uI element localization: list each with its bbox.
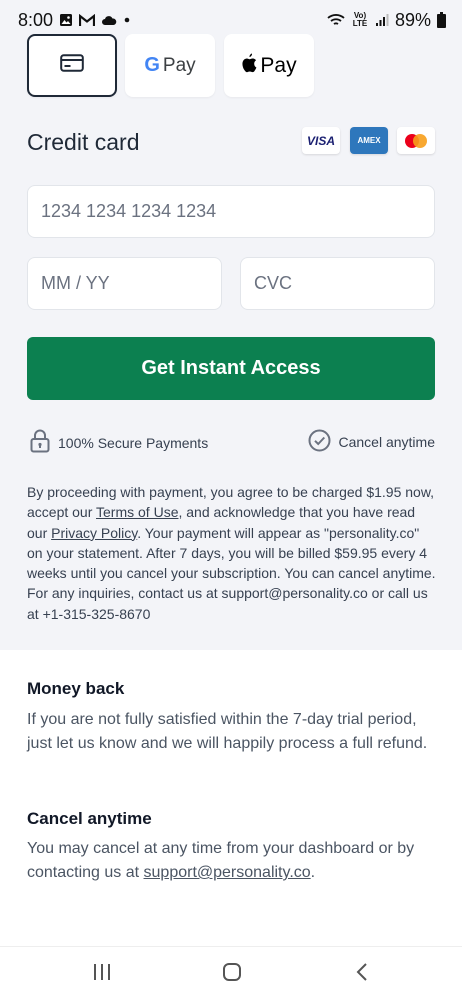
cvc-placeholder: CVC <box>254 273 293 293</box>
network-label: Vo) LTE <box>352 11 368 28</box>
signal-icon <box>375 13 389 27</box>
card-number-input[interactable]: 1234 1234 1234 1234 <box>27 185 435 238</box>
recent-apps-icon <box>92 963 112 986</box>
system-navigation-bar <box>0 946 462 1000</box>
back-button[interactable] <box>347 959 377 989</box>
secure-payments-label: 100% Secure Payments <box>58 434 209 451</box>
cancel-text-suffix: . <box>310 864 316 881</box>
gmail-icon <box>79 13 96 27</box>
apple-pay-button[interactable]: Pay <box>224 34 314 97</box>
support-email-link[interactable]: support@personality.co <box>144 864 311 881</box>
status-time: 8:00 <box>18 9 54 30</box>
visa-logo: VISA <box>302 127 340 154</box>
amex-logo: AMEX <box>350 127 388 154</box>
mastercard-logo <box>397 127 435 154</box>
google-pay-button[interactable]: G Pay <box>125 34 215 97</box>
terms-of-use-link[interactable]: Terms of Use <box>96 504 178 520</box>
recent-apps-button[interactable] <box>87 959 117 989</box>
cancel-anytime-label: Cancel anytime <box>338 434 436 450</box>
cvc-input[interactable]: CVC <box>240 257 435 310</box>
google-g-icon: G <box>144 54 160 76</box>
dot-icon <box>123 16 131 24</box>
wifi-icon <box>327 13 345 27</box>
card-number-placeholder: 1234 1234 1234 1234 <box>41 201 217 221</box>
cloud-icon <box>101 15 117 26</box>
money-back-heading: Money back <box>27 679 125 698</box>
home-icon <box>222 962 242 987</box>
check-circle-icon <box>308 429 331 455</box>
battery-icon <box>437 12 446 28</box>
legal-disclaimer: By proceeding with payment, you agree to… <box>27 482 437 624</box>
cancel-anytime-text: You may cancel at any time from your das… <box>27 837 437 885</box>
privacy-policy-link[interactable]: Privacy Policy <box>51 525 137 541</box>
battery-percentage: 89% <box>394 9 431 30</box>
cancel-anytime-badge: Cancel anytime <box>308 429 436 455</box>
cancel-anytime-heading: Cancel anytime <box>27 809 152 828</box>
gallery-icon <box>59 13 73 27</box>
credit-card-icon <box>60 54 84 77</box>
credit-card-title: Credit card <box>27 129 140 155</box>
apple-icon <box>241 53 257 78</box>
card-payment-method-button[interactable] <box>27 34 117 97</box>
google-pay-label: Pay <box>162 54 196 76</box>
payment-section: G Pay Pay Credit card VISA AMEX 1234 123… <box>0 34 462 650</box>
money-back-text: If you are not fully satisfied within th… <box>27 711 428 752</box>
expiry-date-input[interactable]: MM / YY <box>27 257 222 310</box>
apple-pay-label: Pay <box>260 53 297 77</box>
get-instant-access-button[interactable]: Get Instant Access <box>27 337 435 400</box>
home-button[interactable] <box>217 959 247 989</box>
expiry-placeholder: MM / YY <box>41 273 110 293</box>
back-icon <box>355 962 369 987</box>
lock-icon <box>30 429 50 456</box>
secure-payments-badge: 100% Secure Payments <box>30 429 208 456</box>
